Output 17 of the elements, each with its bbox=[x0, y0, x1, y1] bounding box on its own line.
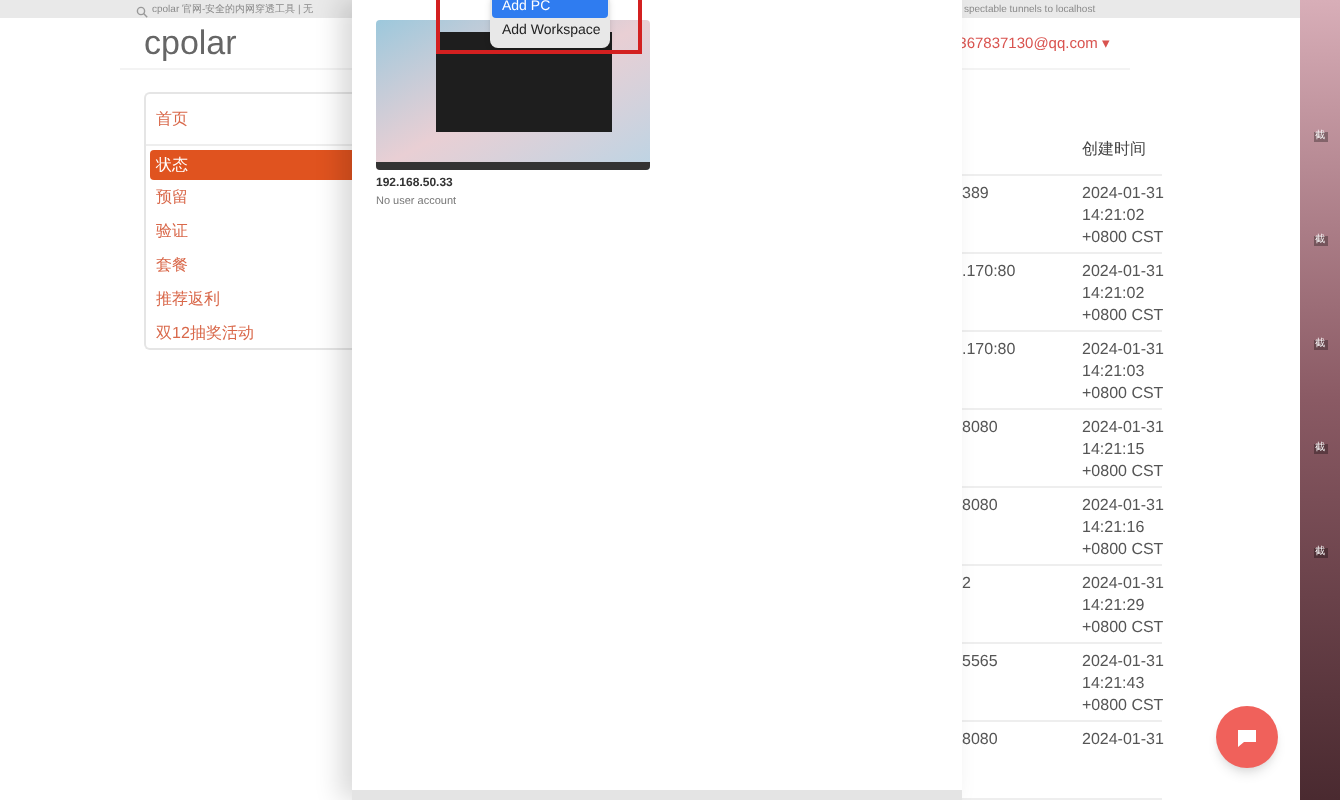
table-cell-text: 2024-01-31 14:21:29 +0800 CST bbox=[1082, 572, 1164, 640]
table-cell-text: 2024-01-31 14:21:02 +0800 CST bbox=[1082, 260, 1164, 328]
table-cell-text: 2024-01-31 14:21:02 +0800 CST bbox=[1082, 182, 1164, 250]
table-cell-text: 2024-01-31 bbox=[1082, 728, 1164, 752]
column-header: 创建时间 bbox=[1082, 138, 1146, 162]
table-cell-text: 8080 bbox=[962, 416, 1000, 440]
table-cell-text: 8080 bbox=[962, 494, 1000, 518]
table-cell-text: 2024-01-31 14:21:43 +0800 CST bbox=[1082, 650, 1164, 718]
table-cell-text: 5565 bbox=[962, 650, 1000, 674]
table-cell-text: .170:80 bbox=[962, 338, 1018, 362]
table-cell-text: 8080 bbox=[962, 728, 1000, 752]
table-cell-text: 389 bbox=[962, 182, 991, 206]
table-cell-text: 2024-01-31 14:21:15 +0800 CST bbox=[1082, 416, 1164, 484]
table-cell-text: 2 bbox=[962, 572, 973, 596]
table-cell-text: .170:80 bbox=[962, 260, 1018, 284]
table-cell-text: 2024-01-31 14:21:03 +0800 CST bbox=[1082, 338, 1164, 406]
table-cell-text: 2024-01-31 14:21:16 +0800 CST bbox=[1082, 494, 1164, 562]
